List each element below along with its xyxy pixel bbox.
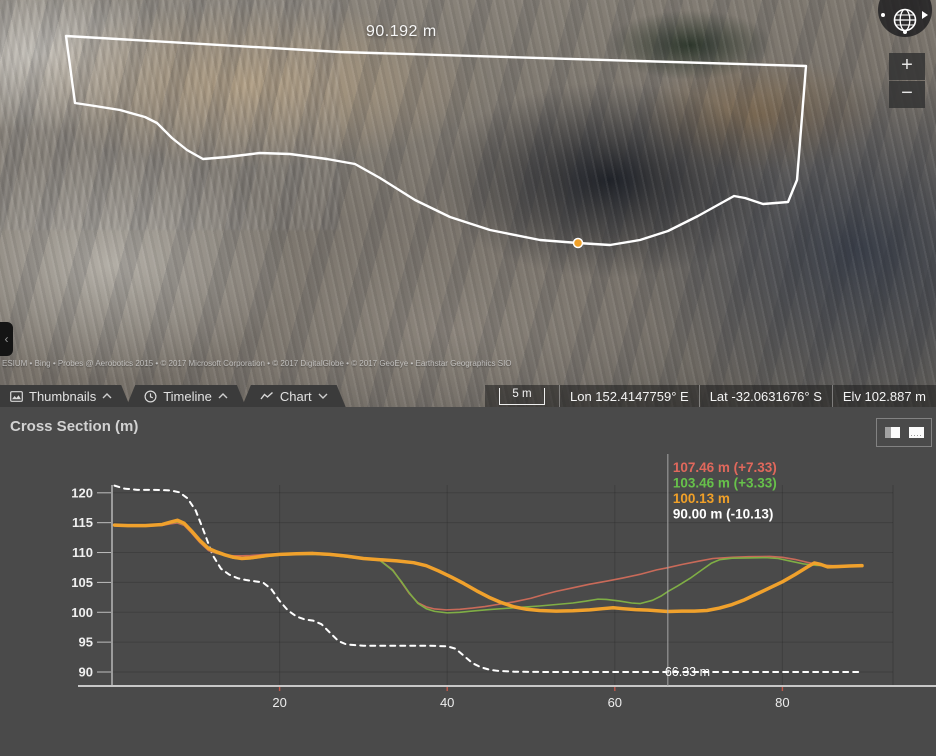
cross-section-panel: Cross Section (m) 90 95 100 105 110 115 120 20 4… (0, 407, 936, 756)
x-tick-label: 40 (440, 695, 454, 710)
y-tick-label: 115 (72, 515, 93, 530)
plus-icon: + (901, 54, 913, 76)
zoom-out-button[interactable]: − (889, 81, 925, 108)
sidebar-collapse-handle[interactable]: ‹ (0, 322, 13, 356)
dock-bottom-button[interactable] (909, 427, 924, 438)
measurement-polygon[interactable] (66, 36, 806, 245)
chart-line-icon (260, 391, 274, 401)
bottom-tab-bar: Thumbnails Timeline Chart (0, 385, 346, 407)
cursor-readout-1: 103.46 m (+3.33) (673, 476, 777, 491)
chevron-up-icon (102, 393, 112, 399)
tab-label: Timeline (163, 389, 212, 404)
latitude-readout: Lat -32.0631676° S (699, 385, 832, 407)
measurement-overlay (0, 0, 936, 407)
scale-bar: 5 m (499, 388, 544, 405)
y-tick-label: 100 (71, 605, 93, 620)
zoom-in-button[interactable]: + (889, 53, 925, 80)
compass-south-dot (903, 30, 907, 34)
cross-section-chart[interactable]: 90 95 100 105 110 115 120 20 40 60 80 107.46 m (+7.… (0, 440, 936, 720)
map-attribution: ESIUM • Bing • Probes @ Aerobotics 2015 … (2, 359, 512, 368)
tab-label: Thumbnails (29, 389, 96, 404)
compass-east-arrow-icon (922, 11, 928, 19)
longitude-readout: Lon 152.4147759° E (559, 385, 699, 407)
x-tick-label: 80 (775, 695, 789, 710)
cursor-position-label: 66.33 m (665, 665, 710, 679)
measurement-vertex-marker[interactable] (574, 239, 583, 248)
compass-west-dot (881, 13, 885, 17)
x-tick-label: 20 (272, 695, 286, 710)
dock-left-button[interactable] (885, 427, 900, 438)
y-tick-label: 90 (79, 665, 93, 680)
panel-title: Cross Section (m) (10, 418, 138, 435)
x-tick-label: 60 (608, 695, 622, 710)
y-tick-label: 110 (72, 545, 93, 560)
elevation-readout: Elv 102.887 m (832, 385, 936, 407)
map-scale-indicator: 5 m (485, 385, 559, 407)
map-3d-view[interactable]: 90.192 m ESIUM • Bing • Probes @ Aerobot… (0, 0, 936, 407)
chevron-up-icon (218, 393, 228, 399)
zoom-controls: + − (889, 53, 925, 108)
tab-thumbnails[interactable]: Thumbnails (0, 385, 130, 407)
series-line-1 (115, 522, 862, 613)
app-window: 90.192 m ESIUM • Bing • Probes @ Aerobot… (0, 0, 936, 756)
y-tick-label: 95 (79, 635, 93, 650)
chevron-left-icon: ‹ (5, 332, 9, 346)
measurement-length-label: 90.192 m (366, 23, 437, 41)
dock-bottom-icon (909, 427, 924, 438)
tab-timeline[interactable]: Timeline (126, 385, 246, 407)
minus-icon: − (901, 82, 913, 104)
tab-label: Chart (280, 389, 312, 404)
tab-chart[interactable]: Chart (242, 385, 346, 407)
thumbnails-icon (10, 391, 23, 402)
chevron-down-icon (318, 393, 328, 399)
cursor-readout-2: 100.13 m (673, 491, 730, 506)
status-readout-bar: 5 m Lon 152.4147759° E Lat -32.0631676° … (485, 385, 936, 407)
clock-icon (144, 390, 157, 403)
y-tick-label: 105 (71, 575, 93, 590)
cursor-readout-3: 90.00 m (-10.13) (673, 507, 774, 522)
series-line-0 (115, 520, 862, 611)
cursor-readout-0: 107.46 m (+7.33) (673, 460, 777, 475)
y-tick-label: 120 (71, 485, 93, 500)
dock-left-icon (885, 427, 900, 438)
